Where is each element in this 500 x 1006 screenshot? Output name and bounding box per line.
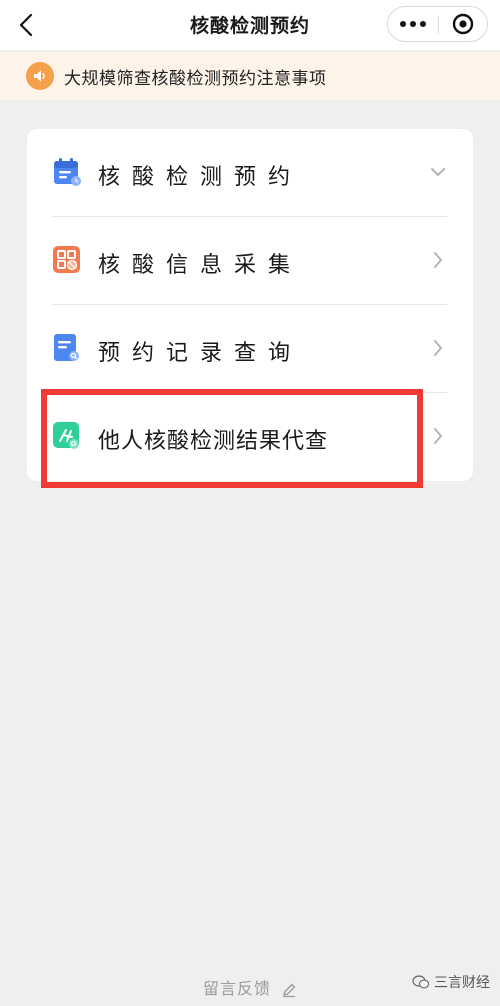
menu-item-label: 预约记录查询 bbox=[98, 341, 303, 366]
more-dot-icon bbox=[410, 21, 416, 27]
pen-icon bbox=[283, 983, 296, 997]
menu-item-label: 他人核酸检测结果代查 bbox=[98, 429, 329, 454]
record-search-icon bbox=[54, 334, 79, 361]
proxy-query-icon bbox=[53, 422, 79, 449]
notice-text: 大规模筛查核酸检测预约注意事项 bbox=[64, 68, 327, 89]
watermark-text: 三言财经 bbox=[434, 975, 490, 991]
calendar-icon bbox=[54, 158, 81, 186]
target-close-icon bbox=[452, 13, 474, 35]
chevron-right-icon bbox=[434, 428, 442, 444]
watermark: 三言财经 bbox=[412, 972, 490, 992]
menu-item-label: 核酸检测预约 bbox=[98, 165, 303, 190]
wechat-logo-icon bbox=[412, 975, 430, 989]
more-dot-icon bbox=[400, 21, 406, 27]
notice-bar[interactable]: 大规模筛查核酸检测预约注意事项 bbox=[0, 52, 500, 100]
qr-scan-icon bbox=[53, 246, 80, 273]
more-dot-icon bbox=[420, 21, 426, 27]
chevron-right-icon bbox=[434, 340, 442, 356]
menu-item-nucleic-info-collection[interactable]: 核酸信息采集 bbox=[27, 217, 473, 304]
menu-item-nucleic-test-appointment[interactable]: 核酸检测预约 bbox=[27, 129, 473, 216]
feedback-label: 留言反馈 bbox=[202, 979, 271, 998]
top-nav-bar: 核酸检测预约 bbox=[0, 0, 500, 50]
menu-card: 核酸检测预约 核酸信息采集 预约记录查询 他人核酸检测结果代查 bbox=[27, 129, 473, 481]
chevron-down-icon bbox=[431, 168, 445, 176]
close-mini-program-button[interactable] bbox=[439, 7, 487, 41]
menu-item-appointment-record-query[interactable]: 预约记录查询 bbox=[27, 305, 473, 392]
menu-item-proxy-result-query[interactable]: 他人核酸检测结果代查 bbox=[27, 393, 473, 480]
speaker-icon bbox=[26, 62, 54, 90]
chevron-right-icon bbox=[434, 252, 442, 268]
more-button[interactable] bbox=[388, 7, 438, 41]
mini-program-capsule bbox=[387, 6, 488, 42]
menu-item-label: 核酸信息采集 bbox=[98, 253, 303, 278]
